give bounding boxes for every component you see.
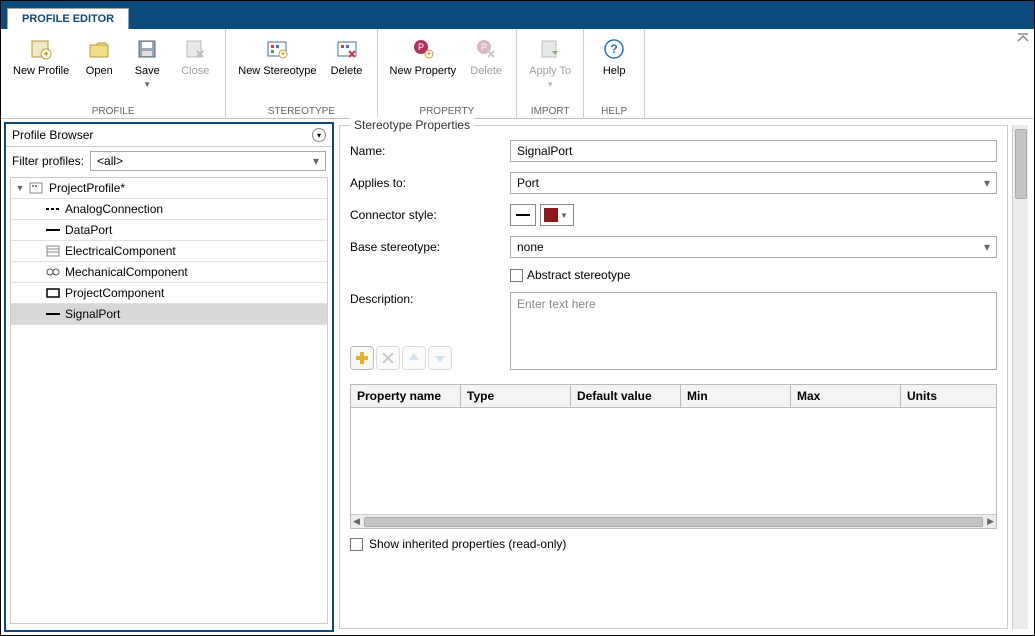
new-stereotype-button[interactable]: ✦ New Stereotype [232,31,322,104]
tree-item-dataport[interactable]: DataPort [11,220,327,241]
filter-label: Filter profiles: [12,154,84,168]
profile-browser-title: Profile Browser [12,128,93,142]
profile-group-label: PROFILE [7,104,219,119]
component-icon [45,244,61,258]
profile-icon [29,181,45,195]
tree-root[interactable]: ▼ ProjectProfile* [11,178,327,199]
profile-editor-tab[interactable]: PROFILE EDITOR [7,8,129,29]
close-button: Close [171,31,219,104]
connector-line-style[interactable] [510,204,536,226]
dropdown-icon: ▼ [143,80,151,89]
name-input[interactable] [510,140,997,162]
stereotype-properties-panel: Stereotype Properties Name: Applies to: … [339,125,1008,629]
col-min[interactable]: Min [681,385,791,407]
dashed-line-icon [45,202,61,216]
panel-title: Stereotype Properties [350,118,474,132]
gears-icon [45,265,61,279]
close-file-icon [183,37,207,61]
col-units[interactable]: Units [901,385,996,407]
svg-text:✦: ✦ [280,50,286,58]
col-default[interactable]: Default value [571,385,681,407]
dropdown-icon: ▼ [546,80,554,89]
horizontal-scrollbar[interactable]: ◀▶ [351,514,996,528]
base-stereotype-select[interactable]: none [510,236,997,258]
tree-item-electrical[interactable]: ElectricalComponent [11,241,327,262]
tree-item-mechanical[interactable]: MechanicalComponent [11,262,327,283]
profile-browser-panel: Profile Browser ▾ Filter profiles: <all>… [4,122,334,632]
connector-label: Connector style: [350,208,510,222]
apply-to-icon [538,37,562,61]
collapse-ribbon-icon[interactable] [1016,31,1030,45]
name-label: Name: [350,144,510,158]
delete-property-button: P Delete [462,31,510,104]
help-icon: ? [602,37,626,61]
rect-icon [45,286,61,300]
col-type[interactable]: Type [461,385,571,407]
tree-item-analog[interactable]: AnalogConnection [11,199,327,220]
col-property-name[interactable]: Property name [351,385,461,407]
property-group-label: PROPERTY [384,104,511,119]
description-textarea[interactable]: Enter text here [510,292,997,370]
apply-to-button: Apply To▼ [523,31,577,104]
new-profile-icon: ✦ [29,37,53,61]
applies-to-select[interactable]: Port [510,172,997,194]
new-stereotype-icon: ✦ [265,37,289,61]
svg-text:P: P [418,42,424,52]
delete-stereotype-icon [335,37,359,61]
show-inherited-label: Show inherited properties (read-only) [369,537,566,551]
tree-item-project[interactable]: ProjectComponent [11,283,327,304]
solid-line-icon [45,223,61,237]
delete-stereotype-button[interactable]: Delete [323,31,371,104]
abstract-label: Abstract stereotype [527,268,630,282]
col-max[interactable]: Max [791,385,901,407]
filter-profiles-select[interactable]: <all> [90,151,326,171]
vertical-scrollbar[interactable] [1012,125,1028,629]
connector-color-picker[interactable]: ▼ [540,204,574,226]
open-button[interactable]: Open [75,31,123,104]
svg-text:✦: ✦ [42,49,50,59]
new-property-icon: P✦ [411,37,435,61]
new-profile-button[interactable]: ✦ New Profile [7,31,75,104]
applies-label: Applies to: [350,176,510,190]
move-up-button [402,346,426,370]
help-button[interactable]: ? Help [590,31,638,104]
open-folder-icon [87,37,111,61]
profile-tree: ▼ ProjectProfile* AnalogConnection DataP… [10,177,328,624]
import-group-label: IMPORT [523,104,577,119]
remove-property-button [376,346,400,370]
abstract-checkbox[interactable] [510,269,523,282]
description-label: Description: [350,292,510,306]
delete-property-icon: P [474,37,498,61]
save-icon [135,37,159,61]
save-button[interactable]: Save▼ [123,31,171,104]
property-table: Property name Type Default value Min Max… [350,384,997,529]
svg-text:✦: ✦ [426,50,432,58]
move-down-button [428,346,452,370]
property-table-body [351,408,996,514]
solid-line-icon [45,307,61,321]
expand-icon[interactable]: ▼ [15,183,25,193]
svg-text:?: ? [610,42,617,56]
new-property-button[interactable]: P✦ New Property [384,31,463,104]
tree-item-signalport[interactable]: SignalPort [11,304,327,325]
svg-text:P: P [481,42,487,52]
add-property-button[interactable] [350,346,374,370]
base-label: Base stereotype: [350,240,510,254]
help-group-label: HELP [590,104,638,119]
show-inherited-checkbox[interactable] [350,538,363,551]
panel-menu-icon[interactable]: ▾ [312,128,326,142]
stereotype-group-label: STEREOTYPE [232,104,370,119]
